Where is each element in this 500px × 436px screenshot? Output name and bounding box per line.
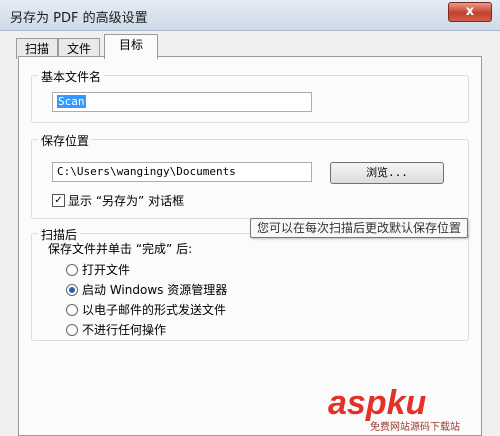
radio-open-file-label: 打开文件 — [82, 263, 131, 277]
after-scan-prompt: 保存文件并单击 “完成” 后: — [48, 242, 193, 256]
radio-do-nothing[interactable] — [66, 324, 78, 336]
basename-legend: 基本文件名 — [38, 68, 105, 85]
location-legend: 保存位置 — [38, 132, 93, 149]
browse-button[interactable]: 浏览... — [330, 162, 444, 184]
close-button[interactable]: x — [448, 2, 492, 22]
show-dialog-label: 显示 “另存为” 对话框 — [68, 194, 185, 208]
tab-destination-label: 目标 — [118, 38, 143, 52]
tab-destination[interactable]: 目标 — [104, 34, 158, 59]
basename-group: 基本文件名 Scan — [31, 68, 469, 123]
radio-do-nothing-label: 不进行任何操作 — [82, 323, 167, 337]
close-icon: x — [465, 4, 475, 19]
location-group: 保存位置 C:\Users\wangingy\Documents 浏览... ✓… — [31, 132, 469, 219]
tab-scan-label: 扫描 — [24, 42, 49, 56]
watermark-subtitle: 免费网站源码下载站 — [370, 422, 460, 433]
basename-value: Scan — [57, 95, 86, 108]
tab-panel: 基本文件名 Scan 保存位置 C:\Users\wangingy\Docume… — [18, 56, 482, 436]
basename-input[interactable]: Scan — [52, 92, 312, 112]
path-value: C:\Users\wangingy\Documents — [57, 165, 236, 178]
title-bar: 另存为 PDF 的高级设置 x — [0, 0, 500, 31]
tab-file-label: 文件 — [66, 42, 91, 56]
radio-launch-explorer-label: 启动 Windows 资源管理器 — [82, 283, 228, 297]
radio-send-email[interactable] — [66, 304, 78, 316]
after-scan-group: 扫描后 保存文件并单击 “完成” 后: 打开文件 启动 Windows 资源管理… — [31, 226, 469, 341]
radio-launch-explorer[interactable] — [66, 284, 78, 296]
window-title: 另存为 PDF 的高级设置 — [10, 11, 148, 26]
tooltip: 您可以在每次扫描后更改默认保存位置 — [250, 218, 469, 238]
radio-open-file[interactable] — [66, 264, 78, 276]
path-input[interactable]: C:\Users\wangingy\Documents — [52, 162, 312, 182]
browse-label: 浏览... — [366, 166, 408, 179]
radio-send-email-label: 以电子邮件的形式发送文件 — [82, 303, 227, 317]
show-dialog-checkbox[interactable]: ✓ — [52, 194, 65, 207]
